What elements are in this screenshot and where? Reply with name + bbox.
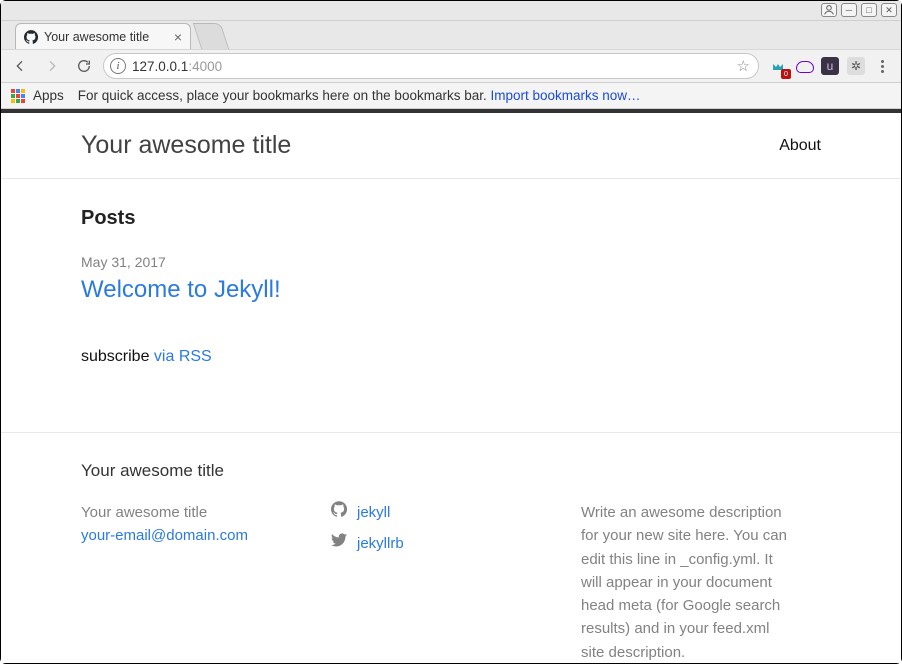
nav-reload-button[interactable] — [71, 53, 97, 79]
posts-heading: Posts — [81, 207, 821, 230]
new-tab-button[interactable] — [193, 23, 229, 49]
browser-toolbar: i 127.0.0.1:4000 ☆ 0 u ✲ — [1, 49, 901, 83]
post-date: May 31, 2017 — [81, 254, 821, 270]
url-text: 127.0.0.1:4000 — [132, 59, 731, 74]
post-title-link[interactable]: Welcome to Jekyll! — [81, 276, 281, 303]
window-maximize-button[interactable]: □ — [861, 3, 877, 17]
bookmarks-bar: Apps For quick access, place your bookma… — [1, 83, 901, 109]
url-port: :4000 — [188, 59, 222, 74]
os-user-icon[interactable] — [821, 3, 837, 17]
address-bar[interactable]: i 127.0.0.1:4000 ☆ — [103, 53, 759, 79]
url-host: 127.0.0.1 — [132, 59, 188, 74]
apps-grid-icon[interactable] — [11, 89, 25, 103]
extension-mendeley-icon[interactable]: 0 — [769, 57, 787, 75]
extension-cloud-icon[interactable] — [795, 57, 813, 75]
window-close-button[interactable]: ✕ — [881, 3, 897, 17]
site-info-icon[interactable]: i — [110, 58, 126, 74]
apps-label[interactable]: Apps — [33, 88, 64, 103]
site-main: Posts May 31, 2017 Welcome to Jekyll! su… — [1, 179, 901, 432]
footer-col-contact: Your awesome title your-email@domain.com — [81, 501, 291, 663]
footer-col-description: Write an awesome description for your ne… — [581, 501, 791, 663]
twitter-icon — [331, 532, 347, 555]
extension-gear-icon[interactable]: ✲ — [847, 57, 865, 75]
extension-icons: 0 u ✲ — [765, 57, 895, 75]
site-header: Your awesome title About — [1, 113, 901, 179]
footer-email-link[interactable]: your-email@domain.com — [81, 527, 248, 544]
nav-back-button[interactable] — [7, 53, 33, 79]
browser-tab-active[interactable]: Your awesome title × — [15, 23, 191, 49]
kebab-menu-icon — [873, 57, 891, 75]
footer-col-social: jekyll jekyllrb — [331, 501, 541, 663]
twitter-username-link[interactable]: jekyllrb — [357, 532, 404, 555]
github-username-link[interactable]: jekyll — [357, 501, 390, 524]
github-favicon-icon — [24, 30, 38, 44]
bookmarks-hint-text: For quick access, place your bookmarks h… — [78, 88, 641, 103]
page-viewport[interactable]: Your awesome title About Posts May 31, 2… — [1, 113, 901, 663]
browser-menu-button[interactable] — [873, 57, 891, 75]
nav-about-link[interactable]: About — [779, 137, 821, 155]
subscribe-prefix: subscribe — [81, 348, 154, 365]
import-bookmarks-link[interactable]: Import bookmarks now… — [490, 88, 640, 103]
extension-badge: 0 — [781, 69, 791, 79]
os-titlebar: ─ □ ✕ — [1, 1, 901, 21]
site-title[interactable]: Your awesome title — [81, 131, 291, 160]
subscribe-rss-link[interactable]: via RSS — [154, 348, 212, 365]
github-icon — [331, 501, 347, 524]
subscribe-line: subscribe via RSS — [81, 348, 821, 366]
site-footer: Your awesome title Your awesome title yo… — [1, 432, 901, 663]
bookmark-star-icon[interactable]: ☆ — [737, 57, 750, 75]
nav-forward-button[interactable] — [39, 53, 65, 79]
post-item: May 31, 2017 Welcome to Jekyll! — [81, 254, 821, 304]
browser-tab-title: Your awesome title — [44, 30, 149, 44]
extension-ublock-icon[interactable]: u — [821, 57, 839, 75]
footer-site-name: Your awesome title — [81, 501, 291, 524]
browser-tabstrip: Your awesome title × — [1, 21, 901, 49]
tab-close-icon[interactable]: × — [174, 30, 182, 44]
footer-title: Your awesome title — [81, 461, 791, 481]
window-minimize-button[interactable]: ─ — [841, 3, 857, 17]
